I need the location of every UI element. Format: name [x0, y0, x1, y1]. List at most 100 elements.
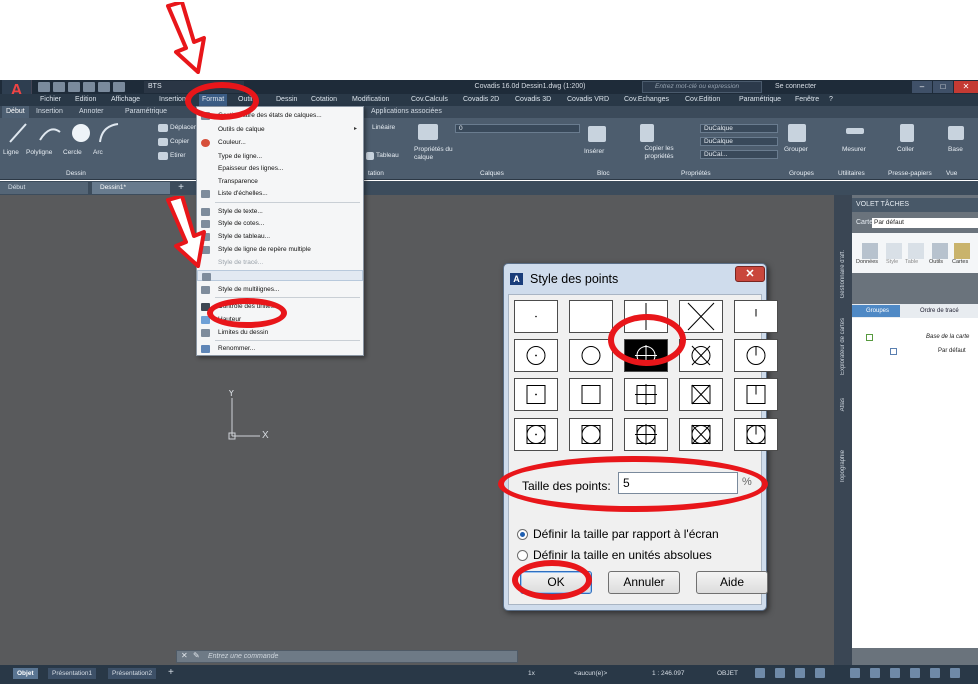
point-style-option[interactable] — [514, 378, 558, 411]
group-icon[interactable] — [788, 124, 806, 142]
menu-edition[interactable]: Edition — [75, 94, 96, 106]
command-input[interactable]: Entrez une commande — [208, 650, 278, 663]
measure-icon[interactable] — [846, 128, 864, 134]
layout-tab-presentation1[interactable]: Présentation1 — [48, 668, 97, 679]
file-tab-debut[interactable]: Début — [0, 182, 88, 194]
hardware-icon[interactable] — [930, 668, 940, 678]
side-tab-atlas[interactable]: Atlas — [840, 398, 846, 411]
annotation-icon[interactable] — [890, 668, 900, 678]
menu-cov-calculs[interactable]: Cov.Calculs — [411, 94, 448, 106]
menu-item-style-tableau[interactable]: Style de tableau... — [197, 231, 363, 242]
table-label[interactable]: Tableau — [376, 152, 399, 159]
menu-fichier[interactable]: Fichier — [40, 94, 61, 106]
menu-affichage[interactable]: Affichage — [111, 94, 140, 106]
menu-covadis-vrd[interactable]: Covadis VRD — [567, 94, 609, 106]
layout-tab-presentation2[interactable]: Présentation2 — [108, 668, 157, 679]
menu-parametrique[interactable]: Paramétrique — [739, 94, 781, 106]
copy-icon[interactable] — [158, 138, 168, 146]
stretch-label[interactable]: Etirer — [170, 152, 186, 159]
linear-dim-label[interactable]: Linéaire — [372, 124, 395, 131]
measure-label[interactable]: Mesurer — [842, 146, 866, 153]
help-button[interactable]: Aide — [696, 571, 768, 594]
point-style-option[interactable] — [624, 378, 668, 411]
print-icon[interactable] — [83, 82, 95, 92]
match-properties-label[interactable]: Copier les propriétés — [638, 145, 680, 161]
menu-cov-edition[interactable]: Cov.Edition — [685, 94, 720, 106]
tree-item-base-carte[interactable]: Base de la carte — [926, 334, 969, 340]
redo-icon[interactable] — [113, 82, 125, 92]
save-icon[interactable] — [68, 82, 80, 92]
menu-item-style-repere[interactable]: Style de ligne de repère multiple — [197, 244, 363, 255]
grid-icon[interactable] — [755, 668, 765, 678]
menu-item-couleur[interactable]: Couleur... — [197, 137, 363, 148]
tab-ordre-trace[interactable]: Ordre de tracé — [906, 305, 976, 317]
circle-icon[interactable] — [70, 122, 92, 144]
point-style-option[interactable] — [734, 300, 778, 333]
stretch-icon[interactable] — [158, 152, 168, 160]
osnap-icon[interactable] — [850, 668, 860, 678]
tools-icon[interactable] — [932, 243, 948, 259]
tree-item-par-defaut[interactable]: Par défaut — [938, 348, 966, 354]
menu-modification[interactable]: Modification — [352, 94, 389, 106]
menu-cotation[interactable]: Cotation — [311, 94, 337, 106]
layer-properties-icon[interactable] — [418, 124, 438, 140]
annotation-scale[interactable]: 1x — [528, 669, 535, 679]
point-style-option[interactable] — [734, 339, 778, 372]
panel-dessin[interactable]: Dessin — [66, 169, 86, 179]
polyline-icon[interactable] — [38, 122, 62, 144]
panel-annotation[interactable]: tation — [368, 169, 384, 179]
tab-debut[interactable]: Début — [2, 106, 29, 118]
point-style-option[interactable] — [679, 418, 723, 451]
file-tab-dessin1[interactable]: Dessin1* — [92, 182, 170, 194]
tree-checkbox-base[interactable] — [866, 334, 873, 341]
menu-item-renommer[interactable]: Renommer... — [197, 343, 363, 354]
menu-item-style-points[interactable] — [197, 270, 363, 281]
scale-readout[interactable]: 1 : 246.097 — [652, 669, 685, 679]
polar-icon[interactable] — [815, 668, 825, 678]
undo-icon[interactable] — [98, 82, 110, 92]
match-properties-icon[interactable] — [640, 124, 654, 142]
tab-annoter[interactable]: Annoter — [79, 106, 104, 118]
point-style-option[interactable] — [734, 418, 778, 451]
menu-covadis-2d[interactable]: Covadis 2D — [463, 94, 499, 106]
menu-item-style-trace[interactable]: Style de tracé... — [197, 257, 363, 268]
menu-help[interactable]: ? — [829, 94, 833, 106]
group-label[interactable]: Grouper — [784, 146, 808, 153]
linetype-dropdown[interactable]: DuCalque — [700, 137, 778, 146]
line-icon[interactable] — [8, 122, 28, 144]
menu-item-transparence[interactable]: Transparence — [197, 176, 363, 187]
side-tab-gestionnaire[interactable]: Gestionnaire d'aff. — [840, 250, 846, 298]
panel-groupes[interactable]: Groupes — [789, 169, 814, 179]
menu-insertion[interactable]: Insertion — [159, 94, 186, 106]
layer-dropdown[interactable]: 0 — [455, 124, 580, 133]
menu-item-outils-calque[interactable]: Outils de calque ▸ — [197, 124, 363, 135]
panel-vue[interactable]: Vue — [946, 169, 957, 179]
panel-bloc[interactable]: Bloc — [597, 169, 610, 179]
menu-fenetre[interactable]: Fenêtre — [795, 94, 819, 106]
add-layout-icon[interactable]: + — [168, 667, 174, 678]
customize-cmd-icon[interactable]: ✎ — [193, 651, 200, 660]
maximize-icon[interactable]: □ — [933, 81, 953, 93]
fullscreen-icon[interactable] — [950, 668, 960, 678]
point-style-option[interactable] — [679, 339, 723, 372]
new-tab-icon[interactable]: + — [174, 182, 188, 194]
open-icon[interactable] — [53, 82, 65, 92]
insert-label[interactable]: Insérer — [584, 148, 604, 155]
tab-parametrique[interactable]: Paramétrique — [125, 106, 167, 118]
tree-checkbox-defaut[interactable] — [890, 348, 897, 355]
lineweight-dropdown[interactable]: DuCal... — [700, 150, 778, 159]
menu-item-limites[interactable]: Limites du dessin — [197, 327, 363, 338]
close-cmd-icon[interactable]: ✕ — [181, 651, 188, 660]
minimize-icon[interactable]: – — [912, 81, 932, 93]
menu-covadis-3d[interactable]: Covadis 3D — [515, 94, 551, 106]
radio-absolute[interactable] — [517, 550, 528, 561]
layout-tab-objet[interactable]: Objet — [13, 668, 38, 679]
point-style-option[interactable] — [569, 300, 613, 333]
snap-icon[interactable] — [775, 668, 785, 678]
point-style-option[interactable] — [514, 418, 558, 451]
new-icon[interactable] — [38, 82, 50, 92]
side-tab-topographie[interactable]: Topographie — [840, 450, 846, 483]
color-dropdown[interactable]: DuCalque — [700, 124, 778, 133]
point-style-option[interactable] — [569, 339, 613, 372]
menu-cov-echanges[interactable]: Cov.Echanges — [624, 94, 669, 106]
